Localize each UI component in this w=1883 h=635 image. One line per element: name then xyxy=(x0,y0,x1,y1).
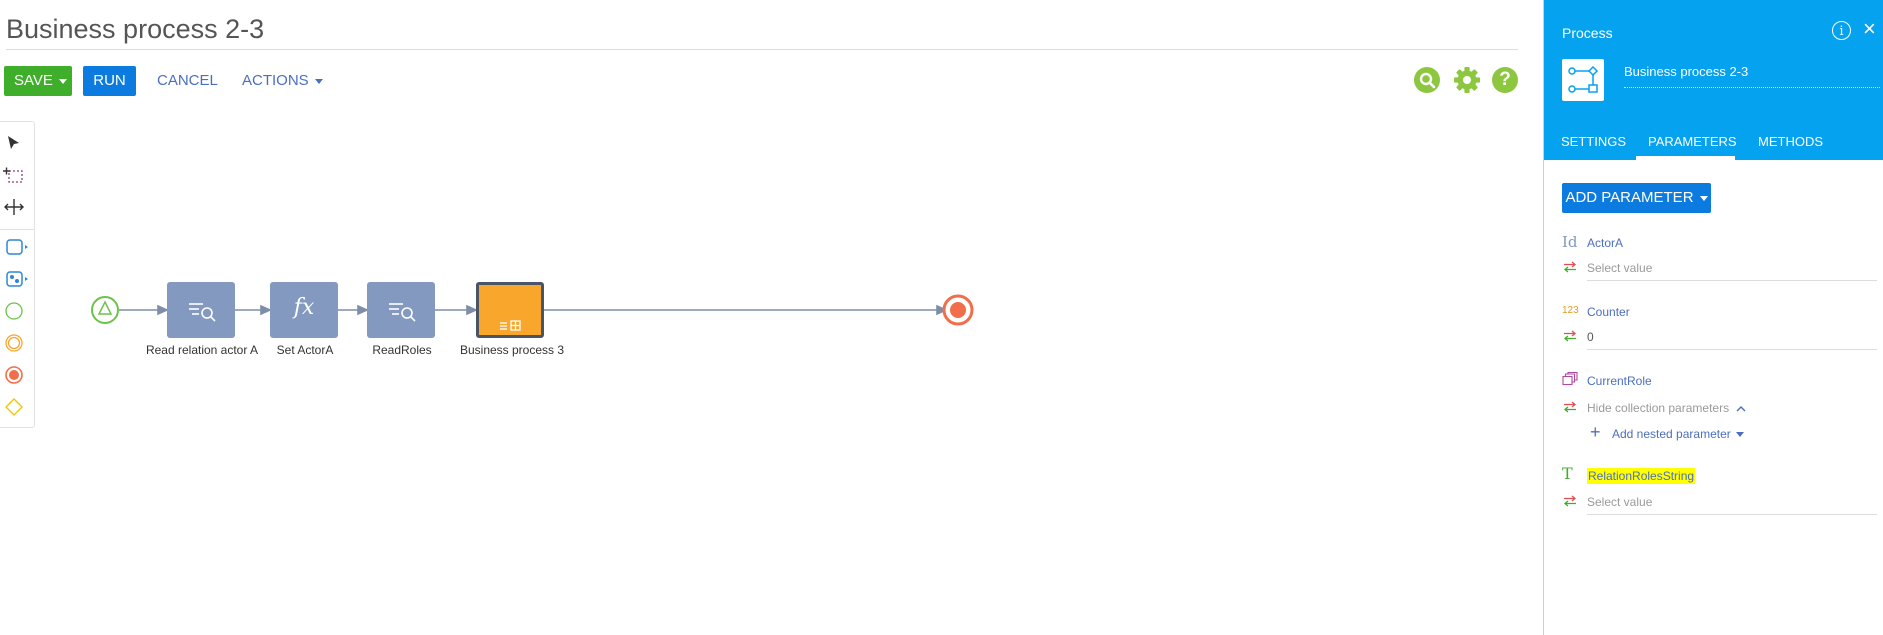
hide-collection-parameters-link[interactable]: Hide collection parameters xyxy=(1587,401,1747,415)
run-button[interactable]: RUN xyxy=(83,66,136,96)
plus-icon[interactable]: + xyxy=(1590,423,1601,441)
add-parameter-label: ADD PARAMETER xyxy=(1565,189,1694,206)
parameter-name[interactable]: CurrentRole xyxy=(1587,374,1652,388)
actions-label: ACTIONS xyxy=(242,72,309,89)
start-event-icon[interactable] xyxy=(1,298,27,324)
info-icon[interactable]: i xyxy=(1832,21,1851,40)
node-label: Business process 3 xyxy=(459,343,565,357)
collection-type-icon xyxy=(1562,372,1578,386)
end-event-icon[interactable] xyxy=(1,362,27,388)
actions-menu-button[interactable]: ACTIONS xyxy=(242,66,323,96)
lasso-select-icon[interactable] xyxy=(1,162,27,188)
text-type-icon: T xyxy=(1562,464,1573,483)
swap-icon[interactable] xyxy=(1562,401,1578,413)
connect-tool-icon[interactable] xyxy=(1,194,27,220)
subprocess-element[interactable] xyxy=(476,282,544,338)
save-button[interactable]: SAVE xyxy=(4,66,72,96)
read-data-icon xyxy=(189,303,216,322)
active-tab-indicator xyxy=(1636,156,1735,160)
id-type-icon: Id xyxy=(1562,233,1578,251)
process-name-underline xyxy=(1624,87,1880,88)
close-icon[interactable]: × xyxy=(1863,18,1876,40)
read-data-icon xyxy=(389,303,416,322)
chevron-down-icon xyxy=(58,78,67,84)
parameter-name[interactable]: ActorA xyxy=(1587,236,1623,250)
page-title: Business process 2-3 xyxy=(6,14,265,44)
parameter-value[interactable]: Select value xyxy=(1587,261,1652,275)
user-task-element-icon[interactable] xyxy=(1,266,28,292)
title-divider xyxy=(6,49,1518,50)
search-icon[interactable] xyxy=(1414,67,1440,93)
process-icon xyxy=(1562,59,1604,101)
chevron-down-icon xyxy=(314,78,323,84)
save-button-label: SAVE xyxy=(14,72,53,89)
parameter-value[interactable]: 0 xyxy=(1587,330,1594,344)
panel-title: Process xyxy=(1562,25,1613,41)
node-label: Read relation actor A xyxy=(145,343,259,357)
read-data-element[interactable] xyxy=(167,282,235,338)
add-parameter-button[interactable]: ADD PARAMETER xyxy=(1562,183,1711,213)
gateway-icon[interactable] xyxy=(1,394,27,420)
tab-methods[interactable]: METHODS xyxy=(1758,134,1823,149)
node-label: Set ActorA xyxy=(276,343,334,357)
chevron-down-icon xyxy=(1735,432,1744,438)
gear-icon[interactable] xyxy=(1452,65,1482,95)
help-icon[interactable]: ? xyxy=(1492,67,1518,93)
palette-divider xyxy=(0,229,34,230)
end-event[interactable] xyxy=(942,294,974,326)
value-underline xyxy=(1587,514,1877,515)
value-underline xyxy=(1587,280,1877,281)
node-label: ReadRoles xyxy=(372,343,432,357)
process-name-field[interactable]: Business process 2-3 xyxy=(1624,64,1748,79)
value-underline xyxy=(1587,349,1877,350)
parameter-name: RelationRolesString xyxy=(1587,468,1696,484)
parameter-value[interactable]: Select value xyxy=(1587,495,1652,509)
tab-parameters[interactable]: PARAMETERS xyxy=(1648,134,1737,149)
cancel-button[interactable]: CANCEL xyxy=(157,66,218,96)
formula-icon: fx xyxy=(293,295,315,320)
formula-element[interactable]: fx xyxy=(270,282,338,338)
subprocess-icon xyxy=(500,320,521,331)
add-nested-label: Add nested parameter xyxy=(1612,427,1731,441)
hide-collection-label: Hide collection parameters xyxy=(1587,401,1730,415)
start-event[interactable] xyxy=(91,296,119,324)
parameter-name[interactable]: Counter xyxy=(1587,305,1630,319)
swap-icon[interactable] xyxy=(1562,495,1578,507)
task-element-icon[interactable] xyxy=(1,234,28,260)
tab-settings[interactable]: SETTINGS xyxy=(1561,134,1626,149)
swap-icon[interactable] xyxy=(1562,330,1578,342)
integer-type-icon: 123 xyxy=(1562,305,1579,316)
chevron-up-icon xyxy=(1736,405,1746,412)
parameter-name-highlighted[interactable]: RelationRolesString xyxy=(1587,468,1696,484)
read-data-element[interactable] xyxy=(367,282,435,338)
intermediate-event-icon[interactable] xyxy=(1,330,27,356)
pointer-tool-icon[interactable] xyxy=(1,130,27,156)
chevron-down-icon xyxy=(1699,195,1708,201)
swap-icon[interactable] xyxy=(1562,261,1578,273)
add-nested-parameter-link[interactable]: Add nested parameter xyxy=(1612,427,1744,441)
